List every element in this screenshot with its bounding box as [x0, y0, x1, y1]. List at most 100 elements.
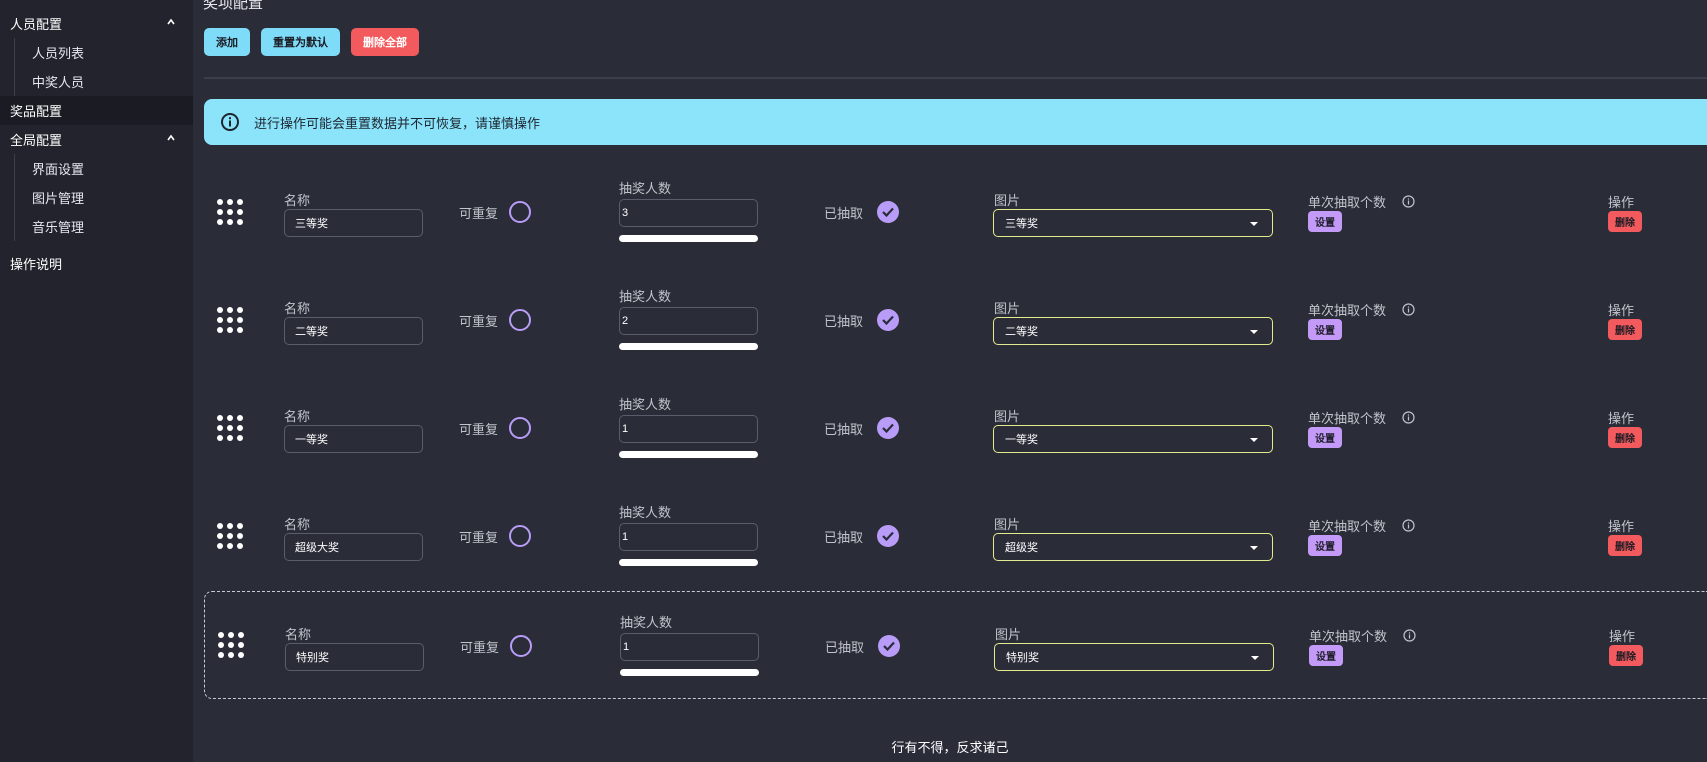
- image-select[interactable]: 三等奖: [993, 209, 1273, 237]
- drawn-checkbox[interactable]: [878, 635, 900, 657]
- add-button[interactable]: 添加: [204, 28, 250, 56]
- prize-count-input[interactable]: 1: [619, 415, 758, 443]
- image-select[interactable]: 二等奖: [993, 317, 1273, 345]
- repeatable-checkbox[interactable]: [509, 201, 531, 223]
- sidebar-item-winners[interactable]: 中奖人员: [15, 67, 193, 96]
- sidebar-item-ui-settings[interactable]: 界面设置: [15, 154, 193, 183]
- prize-row: 名称 超级大奖 可重复 抽奖人数 1 已抽取 图片 超级奖 单次抽取个数 设置 …: [204, 482, 1707, 590]
- set-button[interactable]: 设置: [1308, 427, 1342, 448]
- count-label: 抽奖人数: [619, 505, 672, 520]
- image-label: 图片: [994, 517, 1021, 532]
- action-label: 操作: [1608, 303, 1635, 318]
- chevron-up-icon: [167, 134, 175, 141]
- drawn-label: 已抽取: [824, 422, 864, 437]
- sidebar-item-image-management[interactable]: 图片管理: [15, 183, 193, 212]
- warning-alert: 进行操作可能会重置数据并不可恢复，请谨慎操作: [204, 99, 1707, 145]
- set-button[interactable]: 设置: [1309, 645, 1343, 666]
- name-label: 名称: [284, 193, 311, 208]
- image-label: 图片: [994, 193, 1021, 208]
- delete-button[interactable]: 删除: [1608, 535, 1642, 556]
- image-label: 图片: [994, 301, 1021, 316]
- count-label: 抽奖人数: [619, 397, 672, 412]
- delete-button[interactable]: 删除: [1608, 319, 1642, 340]
- drawn-checkbox[interactable]: [877, 309, 899, 331]
- info-icon[interactable]: [1402, 303, 1415, 316]
- image-select-value: 二等奖: [1005, 326, 1038, 338]
- image-select[interactable]: 超级奖: [993, 533, 1273, 561]
- set-button[interactable]: 设置: [1308, 535, 1342, 556]
- drawn-checkbox[interactable]: [877, 201, 899, 223]
- repeatable-checkbox[interactable]: [509, 417, 531, 439]
- prize-count-input[interactable]: 1: [620, 633, 759, 661]
- prize-count-input[interactable]: 2: [619, 307, 758, 335]
- sidebar-group-label: 奖品配置: [10, 104, 63, 119]
- alert-text: 进行操作可能会重置数据并不可恢复，请谨慎操作: [254, 115, 541, 131]
- repeatable-checkbox[interactable]: [509, 525, 531, 547]
- sidebar-group-global[interactable]: 全局配置: [0, 125, 193, 154]
- info-icon[interactable]: [1403, 629, 1416, 642]
- info-icon[interactable]: [1402, 411, 1415, 424]
- prize-name-input[interactable]: 超级大奖: [284, 533, 423, 561]
- reset-default-button[interactable]: 重置为默认: [261, 28, 340, 56]
- per-draw-label: 单次抽取个数: [1308, 411, 1387, 426]
- count-progress-bar: [619, 235, 758, 242]
- caret-down-icon: [1250, 330, 1258, 334]
- prize-name-input[interactable]: 特别奖: [285, 643, 424, 671]
- prize-name-input[interactable]: 二等奖: [284, 317, 423, 345]
- info-circle-icon: [221, 113, 239, 131]
- repeatable-checkbox[interactable]: [510, 635, 532, 657]
- drag-handle-icon[interactable]: [216, 414, 244, 442]
- drag-handle-icon[interactable]: [216, 306, 244, 334]
- sidebar-submenu-personnel: 人员列表 中奖人员: [14, 38, 193, 96]
- per-draw-label: 单次抽取个数: [1308, 519, 1387, 534]
- repeatable-checkbox[interactable]: [509, 309, 531, 331]
- delete-button[interactable]: 删除: [1609, 645, 1643, 666]
- count-progress-bar: [619, 559, 758, 566]
- prize-row: 名称 三等奖 可重复 抽奖人数 3 已抽取 图片 三等奖 单次抽取个数 设置 操…: [204, 158, 1707, 266]
- sidebar-group-label: 人员配置: [10, 17, 63, 32]
- info-icon[interactable]: [1402, 519, 1415, 532]
- check-icon: [882, 315, 894, 325]
- drag-handle-icon[interactable]: [216, 522, 244, 550]
- per-draw-label: 单次抽取个数: [1308, 303, 1387, 318]
- sidebar-item-instructions[interactable]: 操作说明: [0, 249, 193, 278]
- prize-count-input[interactable]: 1: [619, 523, 758, 551]
- repeatable-label: 可重复: [460, 640, 500, 655]
- drag-handle-icon[interactable]: [216, 198, 244, 226]
- drawn-checkbox[interactable]: [877, 417, 899, 439]
- check-icon: [882, 531, 894, 541]
- drawn-label: 已抽取: [824, 314, 864, 329]
- prize-name-input[interactable]: 三等奖: [284, 209, 423, 237]
- drag-handle-icon[interactable]: [217, 631, 245, 659]
- image-select-value: 特别奖: [1006, 652, 1039, 664]
- caret-down-icon: [1250, 222, 1258, 226]
- prize-count-input[interactable]: 3: [619, 199, 758, 227]
- name-label: 名称: [284, 517, 311, 532]
- set-button[interactable]: 设置: [1308, 211, 1342, 232]
- sidebar-group-personnel[interactable]: 人员配置: [0, 9, 193, 38]
- sidebar-item-label: 音乐管理: [32, 220, 85, 235]
- sidebar-item-person-list[interactable]: 人员列表: [15, 38, 193, 67]
- name-label: 名称: [285, 627, 312, 642]
- set-button[interactable]: 设置: [1308, 319, 1342, 340]
- image-select[interactable]: 特别奖: [994, 643, 1274, 671]
- divider: [204, 77, 1707, 79]
- sidebar-item-label: 界面设置: [32, 162, 85, 177]
- image-select[interactable]: 一等奖: [993, 425, 1273, 453]
- main-content: 奖项配置 添加 重置为默认 删除全部 进行操作可能会重置数据并不可恢复，请谨慎操…: [193, 0, 1707, 762]
- caret-down-icon: [1250, 438, 1258, 442]
- info-icon[interactable]: [1402, 195, 1415, 208]
- drawn-checkbox[interactable]: [877, 525, 899, 547]
- sidebar-group-label: 全局配置: [10, 133, 63, 148]
- delete-all-button[interactable]: 删除全部: [351, 28, 419, 56]
- sidebar-item-music-management[interactable]: 音乐管理: [15, 212, 193, 241]
- sidebar-item-prize-config[interactable]: 奖品配置: [0, 96, 193, 125]
- page-title: 奖项配置: [203, 0, 264, 12]
- delete-button[interactable]: 删除: [1608, 427, 1642, 448]
- check-icon: [882, 423, 894, 433]
- prize-name-input[interactable]: 一等奖: [284, 425, 423, 453]
- caret-down-icon: [1250, 546, 1258, 550]
- count-progress-bar: [620, 669, 759, 676]
- drawn-label: 已抽取: [824, 206, 864, 221]
- delete-button[interactable]: 删除: [1608, 211, 1642, 232]
